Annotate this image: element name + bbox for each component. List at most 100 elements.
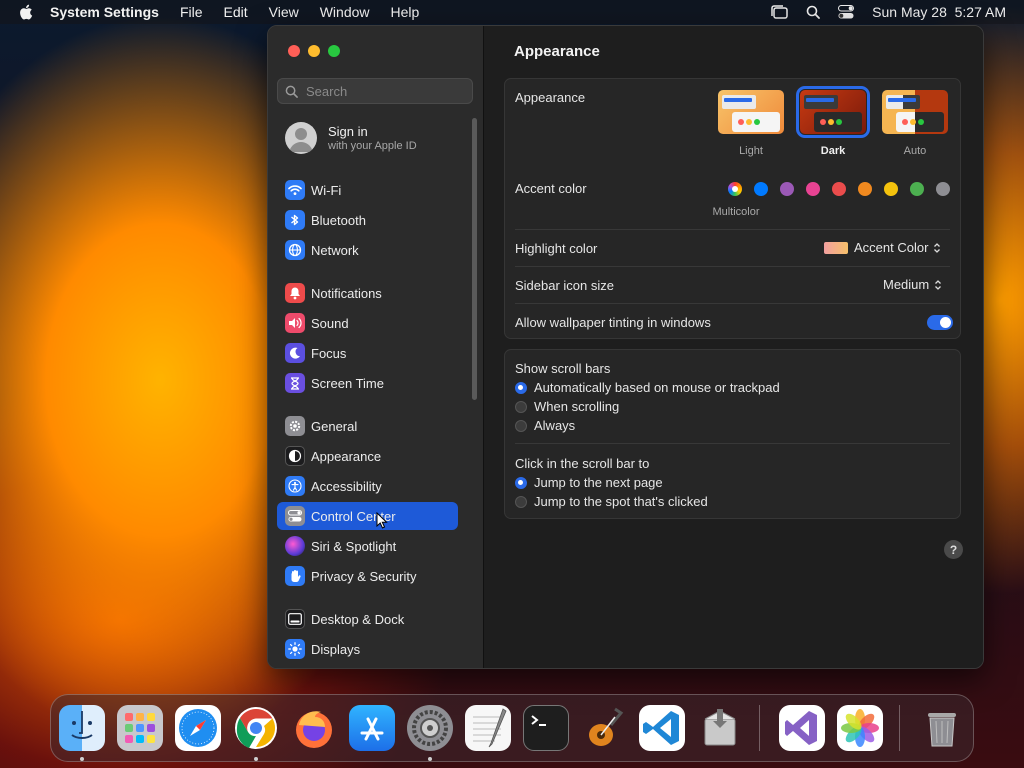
accent-red-swatch[interactable] [832, 182, 846, 196]
dock-divider [759, 705, 760, 751]
highlight-color-value: Accent Color [854, 240, 929, 255]
dock-finder-icon[interactable] [59, 705, 105, 751]
sidebar-item-accessibility[interactable]: Accessibility [277, 472, 458, 500]
sidebar-item-notifications[interactable]: Notifications [277, 279, 458, 307]
minimize-button[interactable] [308, 45, 320, 57]
radio-button[interactable] [515, 381, 527, 394]
stage-manager-icon[interactable] [770, 5, 788, 19]
sidebar-item-label: General [311, 418, 358, 434]
sidebar-icon-size-popup[interactable]: Medium [883, 277, 942, 292]
accent-green-swatch[interactable] [910, 182, 924, 196]
search-field[interactable] [277, 78, 473, 104]
menu-window[interactable]: Window [320, 4, 370, 20]
dock-installer-icon[interactable] [697, 705, 743, 751]
dock-launchpad-icon[interactable] [117, 705, 163, 751]
click-radio-spot-clicked[interactable]: Jump to the spot that's clicked [515, 494, 708, 509]
sidebar-item-focus[interactable]: Focus [277, 339, 458, 367]
accent-blue-swatch[interactable] [754, 182, 768, 196]
menu-file[interactable]: File [180, 4, 203, 20]
sidebar: Sign in with your Apple ID Wi-Fi Bluetoo… [268, 26, 484, 668]
accent-pink-swatch[interactable] [806, 182, 820, 196]
dock-textedit-icon[interactable] [465, 705, 511, 751]
sidebar-item-label: Accessibility [311, 478, 382, 494]
radio-button[interactable] [515, 495, 527, 508]
sidebar-item-appearance[interactable]: Appearance [277, 442, 458, 470]
mouse-pointer-icon [376, 512, 388, 529]
gear-icon [285, 416, 305, 436]
dock-photos-icon[interactable] [837, 705, 883, 751]
sidebar-item-privacy-security[interactable]: Privacy & Security [277, 562, 458, 590]
wifi-icon [285, 180, 305, 200]
running-indicator [254, 757, 258, 761]
sidebar-item-siri-spotlight[interactable]: Siri & Spotlight [277, 532, 458, 560]
dock-vscode-icon[interactable] [639, 705, 685, 751]
bell-icon [285, 283, 305, 303]
dock-visual-studio-icon[interactable] [779, 705, 825, 751]
radio-label: Jump to the next page [534, 475, 663, 490]
menu-edit[interactable]: Edit [224, 4, 248, 20]
highlight-color-popup[interactable]: Accent Color [824, 240, 941, 255]
control-center-menu-icon[interactable] [838, 5, 855, 19]
search-input[interactable] [304, 82, 468, 100]
sidebar-item-label: Appearance [311, 448, 382, 464]
dock-garageband-icon[interactable] [581, 705, 627, 751]
dock-system-settings-icon[interactable] [407, 705, 453, 751]
apple-menu-icon[interactable] [18, 4, 34, 20]
scroll-bars-radio-always[interactable]: Always [515, 418, 575, 433]
scroll-bars-radio-when-scrolling[interactable]: When scrolling [515, 399, 619, 414]
accent-yellow-swatch[interactable] [884, 182, 898, 196]
dock-chrome-icon[interactable] [233, 705, 279, 751]
radio-button[interactable] [515, 400, 527, 413]
running-indicator [428, 757, 432, 761]
help-button[interactable]: ? [944, 540, 963, 559]
dock-terminal-icon[interactable] [523, 705, 569, 751]
dock-app-store-icon[interactable] [349, 705, 395, 751]
sidebar-item-wifi[interactable]: Wi-Fi [277, 176, 458, 204]
chevron-updown-icon [935, 279, 942, 290]
appearance-label: Appearance [515, 90, 586, 105]
chevron-updown-icon [934, 242, 941, 253]
dock-safari-icon[interactable] [175, 705, 221, 751]
accent-graphite-swatch[interactable] [936, 182, 950, 196]
sidebar-item-sound[interactable]: Sound [277, 309, 458, 337]
radio-label: Jump to the spot that's clicked [534, 494, 708, 509]
menu-view[interactable]: View [269, 4, 299, 20]
divider [515, 266, 950, 267]
menu-app-name[interactable]: System Settings [50, 4, 159, 20]
menu-bar: System Settings File Edit View Window He… [0, 0, 1024, 24]
dock-firefox-icon[interactable] [291, 705, 337, 751]
radio-button[interactable] [515, 419, 527, 432]
accent-purple-swatch[interactable] [780, 182, 794, 196]
spotlight-search-icon[interactable] [806, 5, 821, 19]
sidebar-item-network[interactable]: Network [277, 236, 458, 264]
radio-label: Always [534, 418, 576, 433]
accent-orange-swatch[interactable] [858, 182, 872, 196]
wallpaper-tinting-toggle[interactable] [927, 315, 953, 330]
sidebar-item-general[interactable]: General [277, 412, 458, 440]
sidebar-item-bluetooth[interactable]: Bluetooth [277, 206, 458, 234]
theme-auto-thumbnail[interactable] [882, 90, 948, 134]
click-scroll-bar-label: Click in the scroll bar to [515, 456, 650, 471]
divider [515, 229, 950, 230]
close-button[interactable] [288, 45, 300, 57]
accent-multicolor-swatch[interactable] [728, 182, 742, 196]
radio-button[interactable] [515, 476, 527, 489]
click-radio-next-page[interactable]: Jump to the next page [515, 475, 663, 490]
globe-icon [285, 240, 305, 260]
sidebar-item-displays[interactable]: Displays [277, 635, 458, 663]
zoom-button[interactable] [328, 45, 340, 57]
scroll-bar-settings-card: Show scroll bars Automatically based on … [504, 349, 961, 519]
sidebar-item-label: Wi-Fi [311, 182, 342, 198]
menu-clock[interactable]: Sun May 28 5:27 AM [872, 4, 1006, 20]
sidebar-item-desktop-dock[interactable]: Desktop & Dock [277, 605, 458, 633]
sidebar-item-screen-time[interactable]: Screen Time [277, 369, 458, 397]
dock-trash-icon[interactable] [919, 705, 965, 751]
menu-help[interactable]: Help [391, 4, 420, 20]
sidebar-item-control-center[interactable]: Control Center [277, 502, 458, 530]
theme-light-thumbnail[interactable] [718, 90, 784, 134]
highlight-color-swatch [824, 241, 848, 254]
theme-dark-thumbnail[interactable] [796, 86, 870, 138]
scroll-bars-radio-automatic[interactable]: Automatically based on mouse or trackpad [515, 380, 780, 395]
sidebar-scrollbar[interactable] [472, 118, 477, 400]
apple-id-signin[interactable]: Sign in with your Apple ID [285, 122, 417, 154]
